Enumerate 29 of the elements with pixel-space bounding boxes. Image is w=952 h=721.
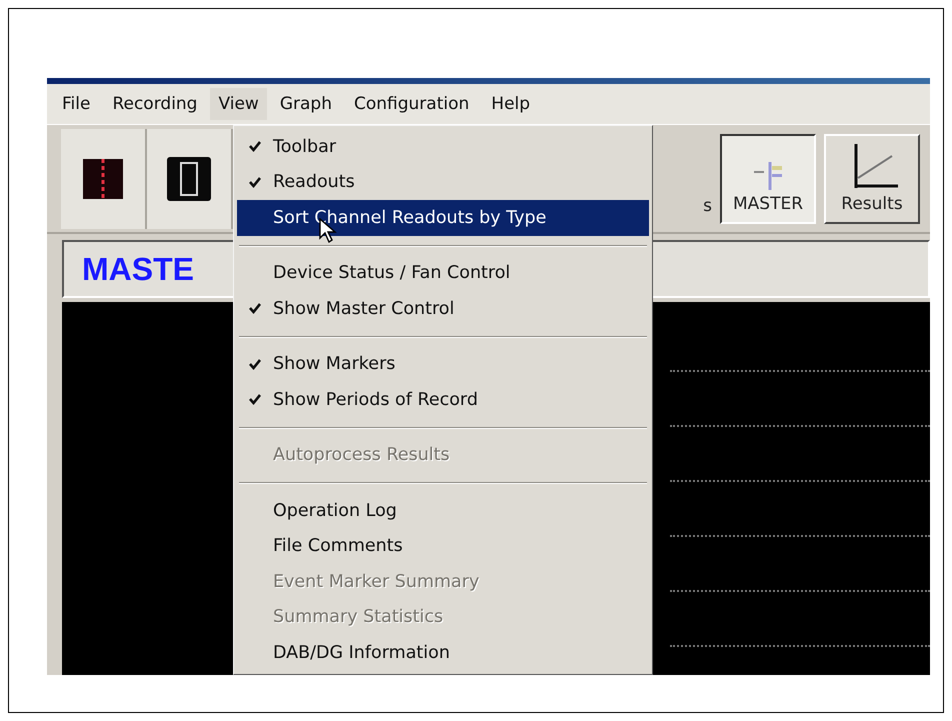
toolbar-button[interactable]: [61, 128, 147, 228]
menu-title[interactable]: View: [210, 88, 267, 120]
menu-item[interactable]: Sort Channel Readouts by Type: [237, 200, 649, 236]
menu-item[interactable]: Show Periods of Record: [237, 382, 649, 418]
frame-icon: [167, 156, 211, 200]
trace-icon: [83, 158, 123, 198]
check-icon: [249, 176, 261, 188]
menu-item[interactable]: File Comments: [237, 528, 649, 564]
menu-item[interactable]: DAB/DG Information: [237, 635, 649, 670]
menu-title[interactable]: Recording: [103, 87, 206, 121]
check-icon: [249, 358, 261, 370]
results-button[interactable]: Results: [824, 134, 920, 224]
toolbar-button[interactable]: s: [703, 196, 712, 216]
menu-title[interactable]: File: [53, 87, 100, 121]
menu-item[interactable]: Operation Log: [237, 493, 649, 528]
menu-item[interactable]: Readouts: [237, 164, 649, 200]
menu-item[interactable]: Show Master Control: [237, 291, 649, 326]
master-title: MASTE: [82, 250, 194, 288]
menu-title[interactable]: Configuration: [344, 87, 478, 121]
menu-item[interactable]: Show Markers: [237, 346, 649, 382]
menu-title[interactable]: Help: [482, 87, 540, 121]
menu-title[interactable]: Graph: [270, 87, 341, 121]
check-icon: [249, 303, 261, 314]
menu-item[interactable]: Device Status / Fan Control: [237, 256, 649, 291]
check-icon: [249, 141, 261, 152]
master-button[interactable]: MASTER: [720, 134, 816, 224]
menu-item[interactable]: Toolbar: [237, 129, 649, 164]
toolbar-button[interactable]: [147, 128, 233, 228]
check-icon: [249, 394, 261, 406]
